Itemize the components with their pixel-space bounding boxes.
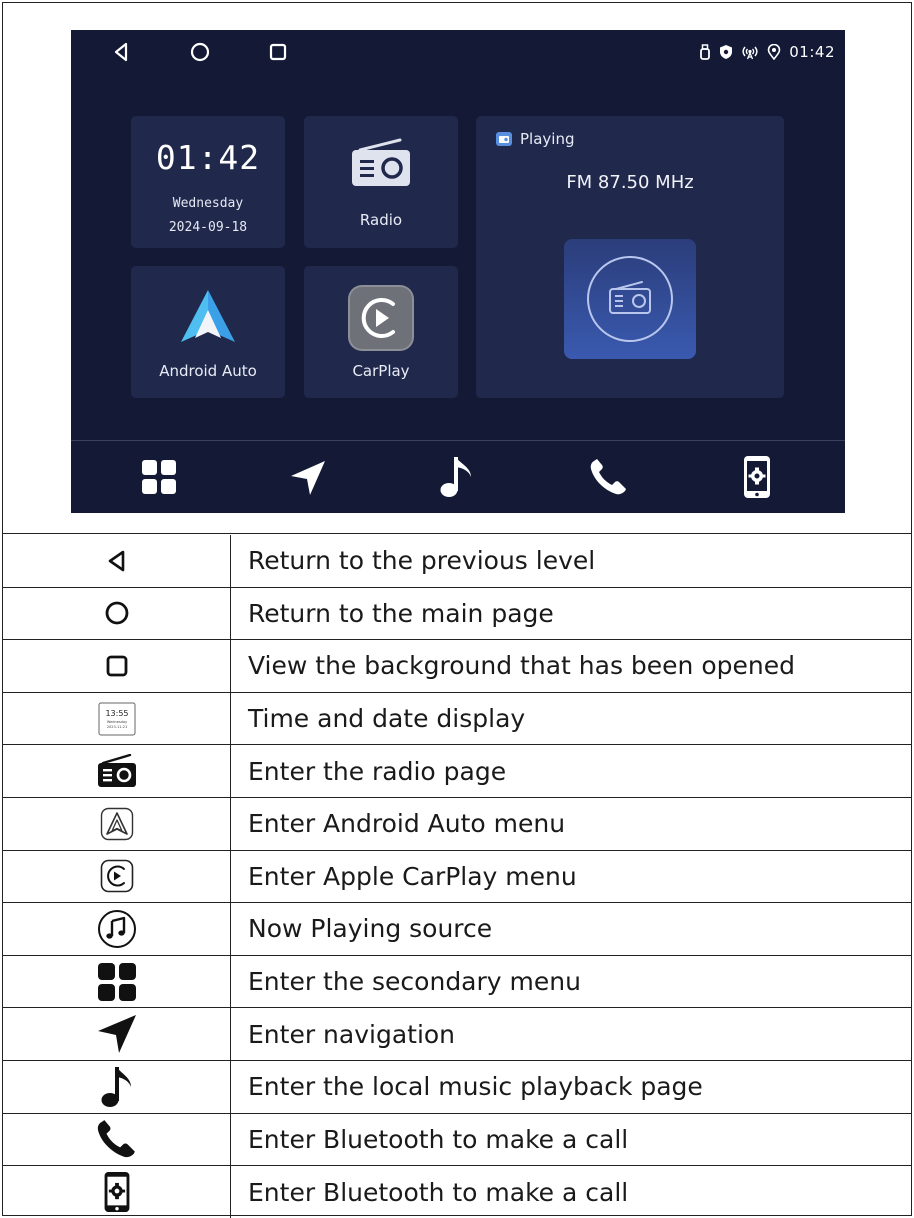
legend-text: Return to the previous level bbox=[248, 546, 596, 576]
back-icon bbox=[108, 550, 124, 572]
radio-icon bbox=[352, 138, 410, 186]
usb-icon bbox=[700, 44, 711, 60]
apps-grid-icon bbox=[97, 962, 136, 1001]
now-playing-icon bbox=[97, 909, 136, 948]
legend-row: 13:55 Wednesday 2023-11-21 Time and date… bbox=[3, 692, 911, 746]
radio-circle-icon bbox=[587, 256, 673, 342]
legend-text: Enter the secondary menu bbox=[248, 967, 581, 997]
legend-text: Enter navigation bbox=[248, 1019, 456, 1049]
clock-time: 01:42 bbox=[155, 138, 261, 177]
music-note-icon bbox=[101, 1066, 131, 1107]
home-icon[interactable] bbox=[189, 41, 211, 63]
station-frequency: FM 87.50 MHz bbox=[566, 172, 694, 193]
phone-settings-icon bbox=[104, 1172, 129, 1213]
legend-row: Enter the secondary menu bbox=[3, 955, 911, 1009]
head-unit-screen: 01:42 01:42 Wednesday 2024-09-18 Radio A… bbox=[71, 30, 845, 513]
status-bar: 01:42 bbox=[71, 30, 845, 74]
station-artwork bbox=[564, 239, 696, 359]
legend-row: Enter navigation bbox=[3, 1008, 911, 1061]
music-note-icon[interactable] bbox=[439, 455, 475, 499]
carplay-icon bbox=[348, 285, 414, 351]
playing-status: Playing bbox=[520, 130, 575, 148]
shield-icon bbox=[720, 45, 733, 59]
android-auto-icon bbox=[181, 290, 235, 342]
icon-legend-table: Return to the previous level Return to t… bbox=[3, 535, 911, 1218]
carplay-label: CarPlay bbox=[352, 362, 410, 380]
android-auto-tile[interactable]: Android Auto bbox=[131, 266, 285, 398]
widget-time: 13:55 bbox=[105, 709, 128, 718]
legend-row: Return to the previous level bbox=[3, 535, 911, 588]
legend-text: View the background that has been opened bbox=[248, 651, 795, 681]
status-icons: 01:42 bbox=[699, 42, 835, 62]
location-icon bbox=[767, 44, 781, 60]
now-playing-header: Playing bbox=[496, 130, 574, 148]
navigation-icon bbox=[97, 1015, 136, 1054]
legend-text: Return to the main page bbox=[248, 598, 554, 628]
clock-day: Wednesday bbox=[172, 196, 244, 211]
clock-date: 2024-09-18 bbox=[168, 220, 248, 235]
apps-grid-icon[interactable] bbox=[141, 459, 177, 495]
screenshot-area: 01:42 01:42 Wednesday 2024-09-18 Radio A… bbox=[3, 3, 911, 534]
legend-row: View the background that has been opened bbox=[3, 640, 911, 693]
radio-tile[interactable]: Radio bbox=[304, 116, 458, 248]
android-auto-label: Android Auto bbox=[159, 362, 257, 380]
legend-text: Now Playing source bbox=[248, 914, 493, 944]
recents-icon bbox=[106, 655, 127, 677]
page-frame: 01:42 01:42 Wednesday 2024-09-18 Radio A… bbox=[2, 2, 912, 1218]
legend-row: Now Playing source bbox=[3, 903, 911, 956]
carplay-icon bbox=[100, 860, 133, 893]
legend-text: Enter Apple CarPlay menu bbox=[248, 861, 577, 891]
legend-text: Enter the radio page bbox=[248, 756, 507, 786]
legend-row: Return to the main page bbox=[3, 587, 911, 641]
radio-tile-label: Radio bbox=[359, 211, 403, 229]
back-icon[interactable] bbox=[111, 41, 133, 63]
widget-day: Wednesday bbox=[106, 720, 126, 724]
now-playing-tile[interactable]: Playing FM 87.50 MHz bbox=[476, 116, 784, 398]
carplay-tile[interactable]: CarPlay bbox=[304, 266, 458, 398]
legend-row: Enter the local music playback page bbox=[3, 1060, 911, 1114]
phone-icon bbox=[97, 1120, 135, 1158]
android-auto-icon bbox=[100, 807, 133, 840]
widget-date: 2023-11-21 bbox=[106, 725, 126, 729]
navigation-icon[interactable] bbox=[289, 459, 327, 497]
wireless-icon bbox=[742, 46, 758, 60]
home-icon bbox=[105, 601, 128, 625]
legend-text: Enter Bluetooth to make a call bbox=[248, 1124, 629, 1154]
legend-row: Enter the radio page bbox=[3, 745, 911, 798]
status-time: 01:42 bbox=[789, 43, 835, 61]
clock-tile[interactable]: 01:42 Wednesday 2024-09-18 bbox=[131, 116, 285, 248]
legend-text: Enter the local music playback page bbox=[248, 1072, 703, 1102]
recents-icon[interactable] bbox=[267, 41, 289, 63]
radio-icon bbox=[97, 754, 136, 788]
bottom-dock bbox=[71, 440, 845, 513]
legend-row: Enter Bluetooth to make a call bbox=[3, 1113, 911, 1167]
manual-page: 01:42 01:42 Wednesday 2024-09-18 Radio A… bbox=[0, 0, 914, 1218]
phone-icon[interactable] bbox=[589, 458, 629, 496]
legend-row: Enter Android Auto menu bbox=[3, 797, 911, 851]
clock-widget-icon: 13:55 Wednesday 2023-11-21 bbox=[98, 702, 135, 736]
legend-text: Enter Android Auto menu bbox=[248, 809, 566, 839]
legend-row: Enter Apple CarPlay menu bbox=[3, 850, 911, 904]
legend-text: Time and date display bbox=[248, 704, 526, 734]
small-radio-icon bbox=[496, 132, 512, 146]
legend-row: Enter Bluetooth to make a call bbox=[3, 1166, 911, 1218]
phone-settings-icon[interactable] bbox=[743, 455, 771, 499]
legend-text: Enter Bluetooth to make a call bbox=[248, 1177, 629, 1207]
